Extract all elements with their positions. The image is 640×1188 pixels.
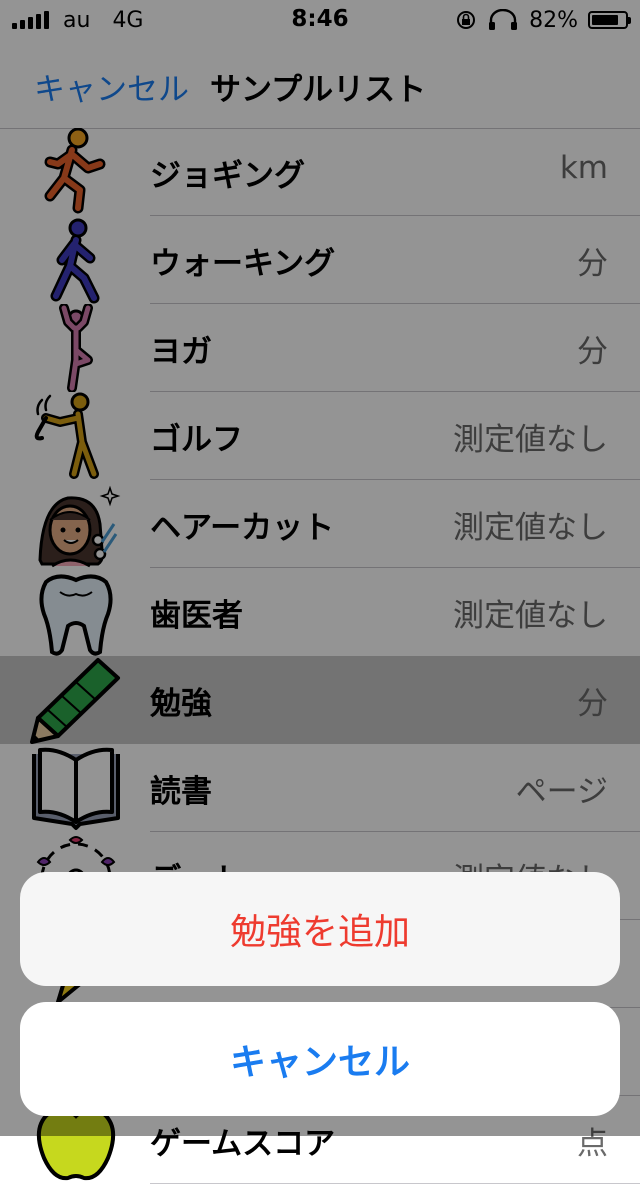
add-study-button[interactable]: 勉強を追加 xyxy=(20,872,620,986)
action-sheet-cancel-button[interactable]: キャンセル xyxy=(20,1002,620,1116)
row-separator xyxy=(150,1183,640,1184)
